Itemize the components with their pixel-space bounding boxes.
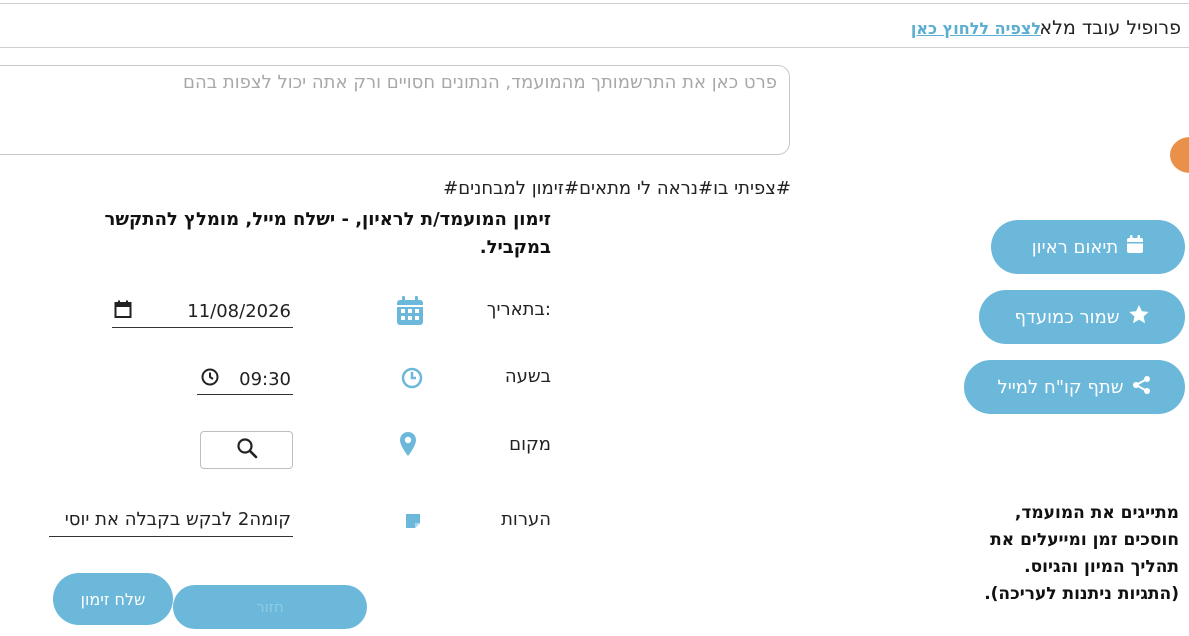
header-divider bbox=[0, 47, 1189, 48]
save-favorite-button[interactable]: שמור כמועדף bbox=[979, 290, 1185, 344]
tagging-info-text: מתייגים את המועמד, חוסכים זמן ומייעלים א… bbox=[984, 503, 1179, 604]
avatar-decoration bbox=[1170, 137, 1189, 173]
invite-headline: זימון המועמד/ת לראיון, - ישלח מייל, מומל… bbox=[104, 209, 551, 258]
date-picker-icon[interactable] bbox=[114, 300, 132, 323]
tags-list[interactable]: #צפיתי בו#נראה לי מתאים#זימון למבחנים# bbox=[443, 178, 791, 199]
star-icon bbox=[1128, 304, 1150, 330]
location-pin-icon bbox=[399, 431, 417, 461]
send-invite-button[interactable]: שלח זימון bbox=[53, 573, 173, 625]
profile-title: פרופיל עובד מלא bbox=[1039, 17, 1181, 39]
view-profile-link[interactable]: לצפיה ללחוץ כאן bbox=[911, 19, 1041, 38]
date-label: בתאריך: bbox=[486, 299, 551, 320]
invite-notes-field[interactable]: קומה2 לבקש בקבלה את יוסי bbox=[49, 506, 293, 537]
time-picker-icon[interactable] bbox=[201, 368, 219, 391]
note-icon bbox=[404, 512, 422, 534]
impression-notes-input[interactable] bbox=[0, 65, 790, 155]
place-search-button[interactable] bbox=[200, 431, 293, 469]
share-icon bbox=[1132, 375, 1152, 400]
calendar-icon bbox=[396, 296, 424, 330]
schedule-interview-button[interactable]: תיאום ראיון bbox=[991, 220, 1185, 274]
back-button[interactable]: חזור bbox=[173, 585, 367, 629]
place-label: מקום bbox=[509, 434, 551, 455]
search-icon bbox=[236, 437, 258, 463]
notes-label: הערות bbox=[501, 509, 551, 530]
clock-icon bbox=[401, 367, 423, 393]
calendar-icon bbox=[1126, 235, 1144, 259]
save-favorite-label: שמור כמועדף bbox=[1014, 306, 1120, 328]
time-value: 09:30 bbox=[239, 368, 291, 390]
time-field[interactable]: 09:30 bbox=[197, 364, 293, 395]
time-label: בשעה bbox=[504, 366, 551, 387]
share-cv-button[interactable]: שתף קו"ח למייל bbox=[964, 360, 1185, 414]
date-value: 11/08/2026 bbox=[187, 301, 291, 322]
share-cv-label: שתף קו"ח למייל bbox=[997, 376, 1124, 398]
top-border bbox=[0, 3, 1189, 4]
schedule-interview-label: תיאום ראיון bbox=[1031, 236, 1119, 258]
date-field[interactable]: 11/08/2026 bbox=[112, 296, 293, 328]
